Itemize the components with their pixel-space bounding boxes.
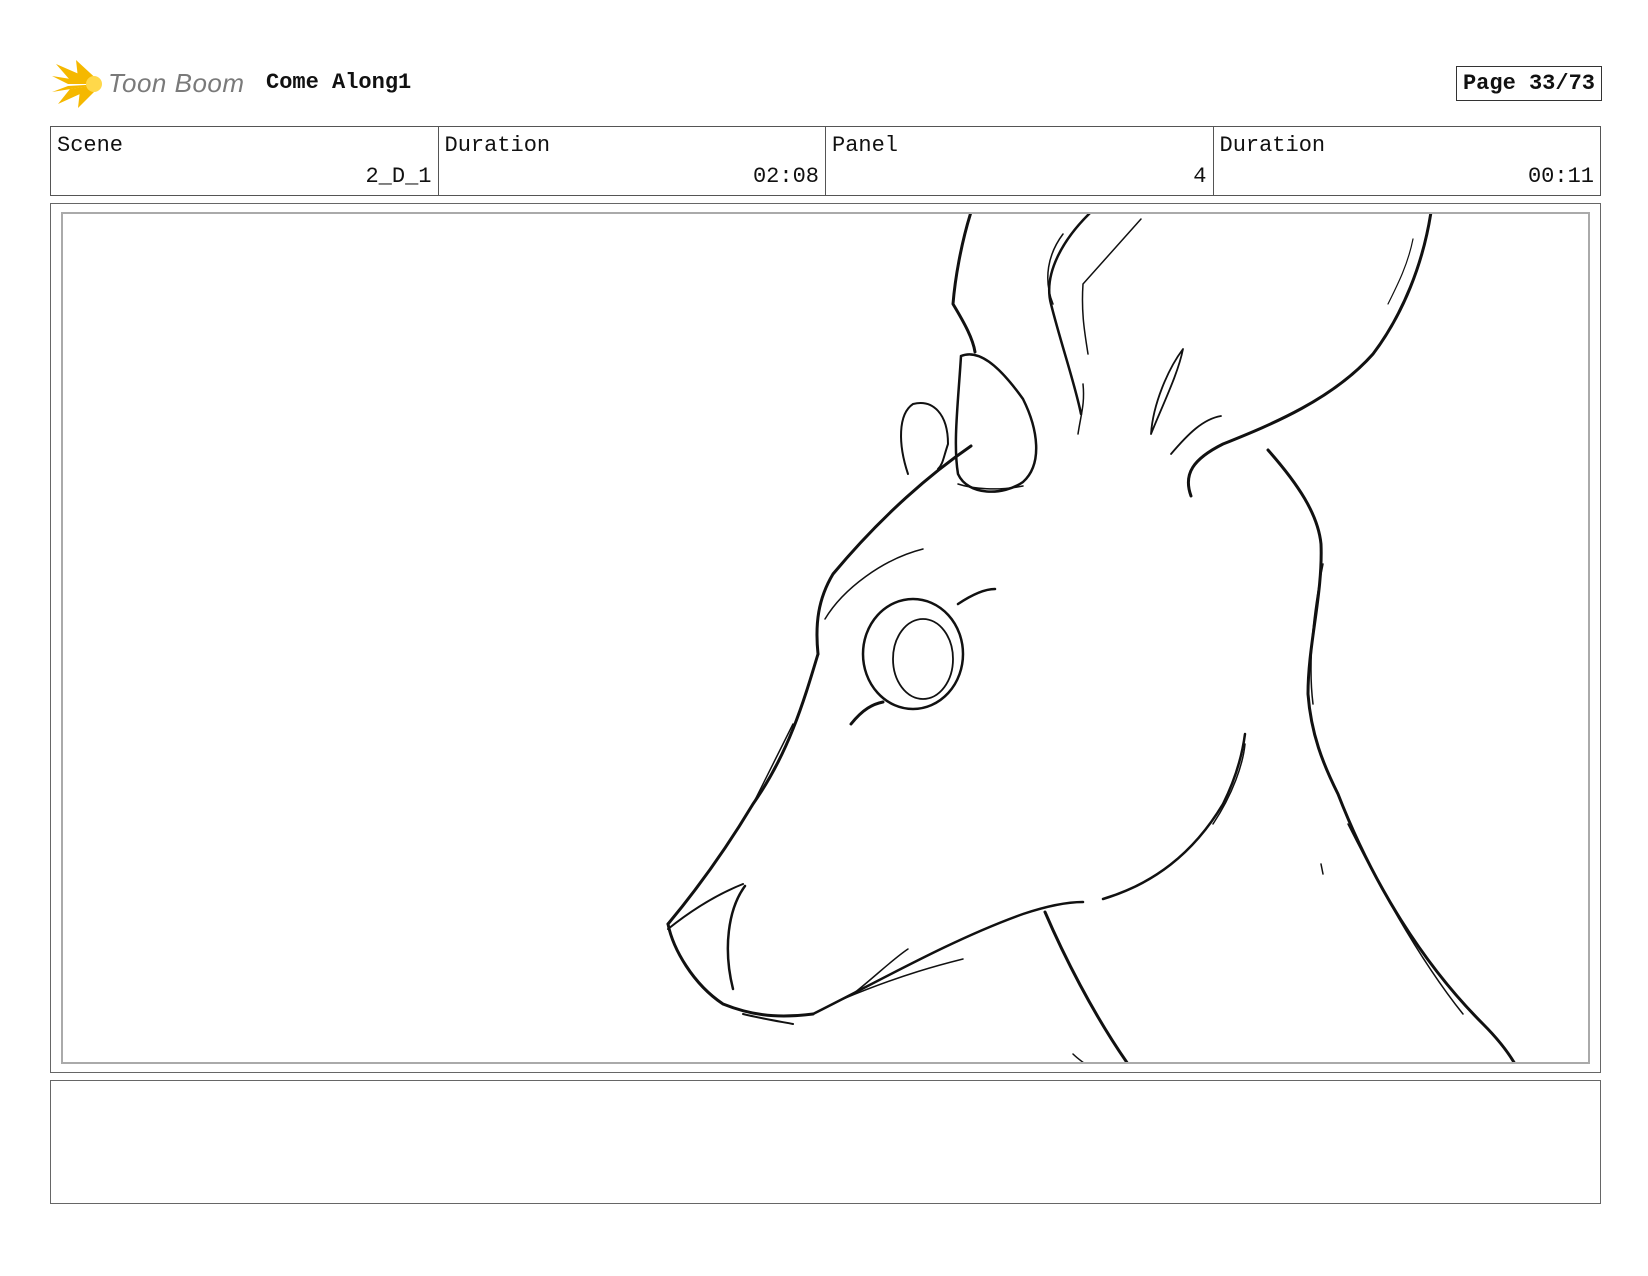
scene-duration-value: 02:08 (752, 164, 819, 189)
project-title: Come Along1 (266, 70, 412, 95)
panel-duration-label: Duration (1219, 133, 1326, 158)
scene-info-table: Scene 2_D_1 Duration 02:08 Panel 4 Durat… (50, 126, 1601, 196)
scene-duration-cell: Duration 02:08 (439, 127, 826, 195)
scene-value: 2_D_1 (365, 164, 432, 189)
scene-duration-label: Duration (444, 133, 551, 158)
starburst-icon (52, 60, 102, 108)
storyboard-header: Toon Boom Come Along1 Page 33/73 (50, 58, 1602, 110)
antelope-sketch (666, 214, 1516, 1062)
logo-text: Toon Boom (108, 68, 245, 98)
panel-value: 4 (1193, 164, 1207, 189)
panel-label: Panel (832, 133, 899, 158)
scene-label: Scene (57, 133, 124, 158)
storyboard-panel (50, 203, 1601, 1073)
panel-frame (61, 212, 1590, 1064)
panel-notes (50, 1080, 1601, 1204)
toon-boom-logo: Toon Boom (50, 58, 250, 110)
panel-cell: Panel 4 (826, 127, 1214, 195)
panel-duration-cell: Duration 00:11 (1214, 127, 1601, 195)
panel-duration-value: 00:11 (1527, 164, 1594, 189)
page-number: Page 33/73 (1455, 66, 1602, 101)
scene-cell: Scene 2_D_1 (51, 127, 439, 195)
